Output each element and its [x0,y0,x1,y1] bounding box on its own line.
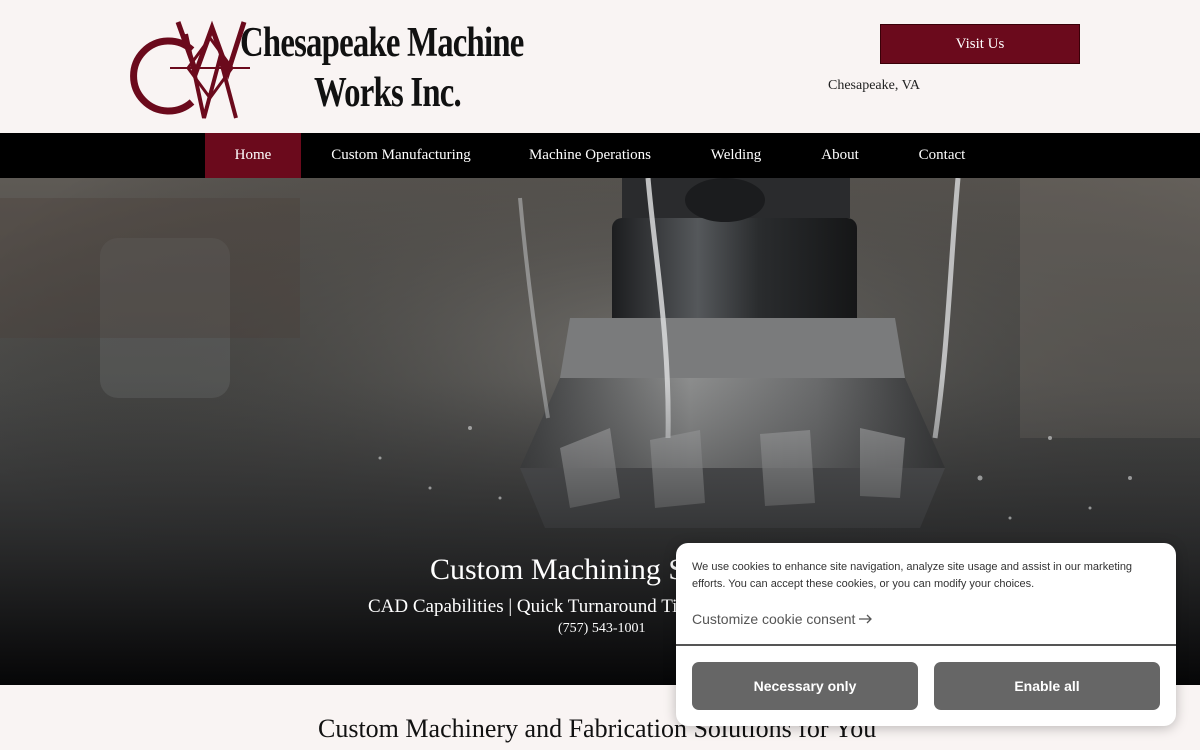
necessary-only-button[interactable]: Necessary only [692,662,918,710]
cookie-text: We use cookies to enhance site navigatio… [692,561,1133,590]
hero-subtitle: CAD Capabilities | Quick Turnaround Time… [368,596,709,617]
nav-welding[interactable]: Welding [696,133,776,178]
site-logo[interactable]: Chesapeake Machine Works Inc. [130,10,530,125]
logo-text-line1: Chesapeake Machine [240,20,524,66]
nav-custom-manufacturing[interactable]: Custom Manufacturing [316,133,486,178]
nav-about[interactable]: About [806,133,874,178]
customize-cookie-label: Customize cookie consent [692,611,856,627]
customize-cookie-link[interactable]: Customize cookie consent [692,611,873,627]
enable-all-button[interactable]: Enable all [934,662,1160,710]
hero-phone[interactable]: (757) 543-1001 [558,621,646,637]
location-text: Chesapeake, VA [828,78,921,93]
nav-home[interactable]: Home [205,133,301,178]
cookie-consent-banner: We use cookies to enhance site navigatio… [676,543,1176,726]
main-nav: Home Custom Manufacturing Machine Operat… [0,133,1200,178]
cookie-divider [676,644,1176,646]
logo-text-line2: Works Inc. [314,70,462,116]
site-header: Chesapeake Machine Works Inc. Visit Us C… [0,0,1200,133]
visit-us-button[interactable]: Visit Us [880,24,1080,64]
nav-machine-operations[interactable]: Machine Operations [515,133,665,178]
arrow-right-icon [859,614,873,624]
nav-contact[interactable]: Contact [904,133,980,178]
cmw-monogram-icon [130,20,250,119]
